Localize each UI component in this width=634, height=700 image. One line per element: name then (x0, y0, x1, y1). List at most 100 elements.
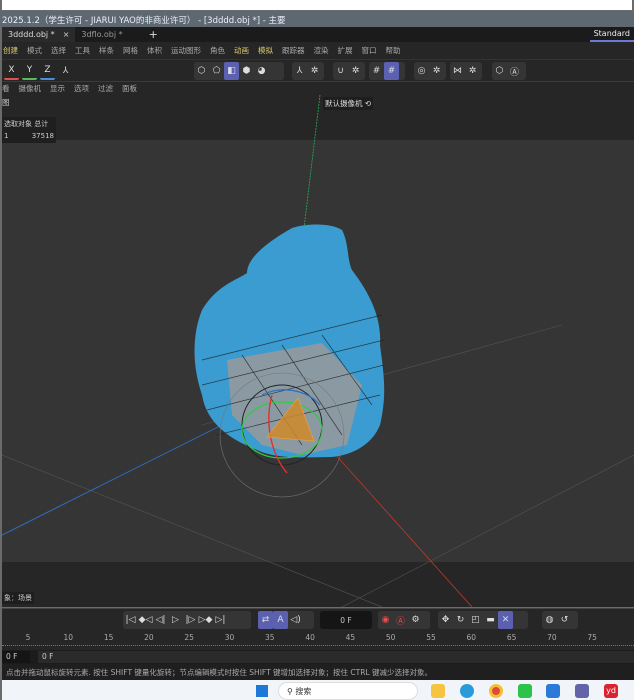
camera-label[interactable]: 默认摄像机 ⟲ (323, 97, 374, 110)
menu-item[interactable]: 帮助 (386, 45, 401, 56)
hexagon-icon[interactable]: ⬡ (492, 62, 507, 80)
gear-icon[interactable]: ✲ (465, 62, 480, 80)
end-frame-field[interactable]: 0 F (38, 651, 634, 663)
sound-icon[interactable]: ◁) (288, 611, 303, 629)
pla-key-icon[interactable]: ✕ (498, 611, 513, 629)
magnet-icon[interactable]: ∪ (333, 62, 348, 80)
uv-mode-icon[interactable]: ◕ (254, 62, 269, 80)
axis-toggle-x[interactable]: X (4, 62, 19, 80)
gear-icon[interactable]: ✲ (348, 62, 363, 80)
menu-item[interactable]: 创建 (3, 45, 18, 56)
viewport-menu-item[interactable]: 看 (2, 83, 10, 94)
ruler-tick-label: 55 (426, 633, 436, 642)
viewport-title: 图 (2, 98, 10, 107)
viewport-3d[interactable] (2, 95, 634, 607)
object-mode-icon[interactable]: ⬡ (194, 62, 209, 80)
windows-start-icon[interactable] (256, 685, 268, 697)
fps-icon[interactable]: A (273, 611, 288, 629)
menu-item[interactable]: 网格 (123, 45, 138, 56)
polygon-mode-icon[interactable]: ◧ (224, 62, 239, 80)
menu-item[interactable]: 渲染 (314, 45, 329, 56)
world-coords-icon[interactable]: ⅄ (58, 62, 73, 80)
menu-item[interactable]: 选择 (51, 45, 66, 56)
tab-3dddd[interactable]: 3dddd.obj * × (2, 27, 76, 42)
teams-icon[interactable] (575, 684, 589, 698)
key-settings-icon[interactable]: ⚙ (408, 611, 423, 629)
timeline-ruler[interactable]: 5 10 15 20 25 30 35 40 45 50 55 60 65 70 75 (2, 632, 634, 650)
gear-icon[interactable]: ✲ (307, 62, 322, 80)
next-key-icon[interactable]: ▷◆ (198, 611, 213, 629)
grid-snap-icon[interactable]: # (384, 62, 399, 80)
layout-standard[interactable]: Standard (589, 27, 634, 42)
prev-frame-icon[interactable]: ◁| (153, 611, 168, 629)
model-mode-icon[interactable]: ⬢ (239, 62, 254, 80)
go-start-icon[interactable]: |◁ (123, 611, 138, 629)
youdao-icon[interactable]: yd (604, 684, 618, 698)
menu-bar: 创建 模式 选择 工具 样条 网格 体积 运动图形 角色 动画 模拟 跟踪器 渲染 扩展 窗口 帮助 (2, 42, 634, 59)
rotate-key-icon[interactable]: ↻ (453, 611, 468, 629)
file-explorer-icon[interactable] (431, 684, 445, 698)
menu-item[interactable]: 模拟 (258, 45, 273, 56)
menu-item[interactable]: 运动图形 (171, 45, 201, 56)
grid-icon[interactable]: # (369, 62, 384, 80)
go-end-icon[interactable]: ▷| (213, 611, 228, 629)
menu-item[interactable]: 跟踪器 (282, 45, 305, 56)
viewport-menu-item[interactable]: 摄像机 (19, 83, 42, 94)
menu-item[interactable]: 窗口 (362, 45, 377, 56)
mouse-icon[interactable]: ◍ (542, 611, 557, 629)
edge-icon[interactable] (460, 684, 474, 698)
loop-icon[interactable]: ⇄ (258, 611, 273, 629)
menu-item[interactable]: 角色 (210, 45, 225, 56)
stats-total-value: 37518 (31, 132, 54, 140)
viewport-menu-item[interactable]: 面板 (122, 83, 137, 94)
loop-group: ⇄ A ◁) (258, 611, 314, 629)
axis-toggle-y[interactable]: Y (22, 62, 37, 80)
next-frame-icon[interactable]: |▷ (183, 611, 198, 629)
taskbar-search[interactable]: ⚲ 搜索 (278, 682, 418, 700)
transport-bar: |◁ ◆◁ ◁| ▷ |▷ ▷◆ ▷| ⇄ A ◁) 0 F ◉ Ⓐ ⚙ ✥ ↻ ◰ ▬ ✕ ◍ ↺ (2, 608, 634, 632)
stats-row: 1 37518 (2, 131, 56, 141)
key-group: ✥ ↻ ◰ ▬ ✕ (438, 611, 528, 629)
axis-toggle-z[interactable]: Z (40, 62, 55, 80)
ruler-tick-label: 30 (224, 633, 235, 642)
ruler-tick-label: 5 (25, 633, 31, 642)
symmetry-icon[interactable]: ⋈ (450, 62, 465, 80)
start-frame-field[interactable]: 0 F (2, 651, 30, 663)
viewport-menu-item[interactable]: 选项 (74, 83, 89, 94)
viewport-menu-item[interactable]: 显示 (50, 83, 65, 94)
autokey-icon[interactable]: Ⓐ (393, 611, 408, 629)
gear-icon[interactable]: ✲ (429, 62, 444, 80)
wechat-icon[interactable] (518, 684, 532, 698)
prev-key-icon[interactable]: ◆◁ (138, 611, 153, 629)
a-icon[interactable]: Ⓐ (507, 62, 522, 80)
menu-item[interactable]: 动画 (234, 45, 249, 56)
close-icon[interactable]: × (63, 30, 70, 39)
param-key-icon[interactable]: ▬ (483, 611, 498, 629)
menu-item[interactable]: 体积 (147, 45, 162, 56)
axis-icon[interactable]: ⅄ (292, 62, 307, 80)
play-icon[interactable]: ▷ (168, 611, 183, 629)
target-icon[interactable]: ◎ (414, 62, 429, 80)
tab-label: 3dddd.obj * (8, 30, 55, 39)
new-tab-button[interactable]: + (149, 28, 158, 41)
menu-item[interactable]: 扩展 (338, 45, 353, 56)
tab-3dflo[interactable]: 3dflo.obj * (75, 27, 128, 42)
current-frame-field[interactable]: 0 F (320, 611, 372, 629)
record-icon[interactable]: ◉ (378, 611, 393, 629)
motion-record-icon[interactable]: ↺ (557, 611, 572, 629)
menu-item[interactable]: 模式 (27, 45, 42, 56)
motion-group: ◍ ↺ (542, 611, 578, 629)
point-mode-icon[interactable]: ⬠ (209, 62, 224, 80)
app-icon[interactable] (546, 684, 560, 698)
chrome-icon[interactable] (489, 684, 503, 698)
scale-key-icon[interactable]: ◰ (468, 611, 483, 629)
stats-total-header: 总计 (34, 120, 49, 128)
playback-group: |◁ ◆◁ ◁| ▷ |▷ ▷◆ ▷| (123, 611, 251, 629)
move-key-icon[interactable]: ✥ (438, 611, 453, 629)
menu-item[interactable]: 样条 (99, 45, 114, 56)
camera-switch-icon[interactable]: ⟲ (365, 99, 371, 108)
menu-item[interactable]: 工具 (75, 45, 90, 56)
stats-header: 选取对象 总计 (2, 117, 56, 131)
viewport-menu-item[interactable]: 过滤 (98, 83, 113, 94)
ruler-tick-label: 20 (144, 633, 154, 642)
